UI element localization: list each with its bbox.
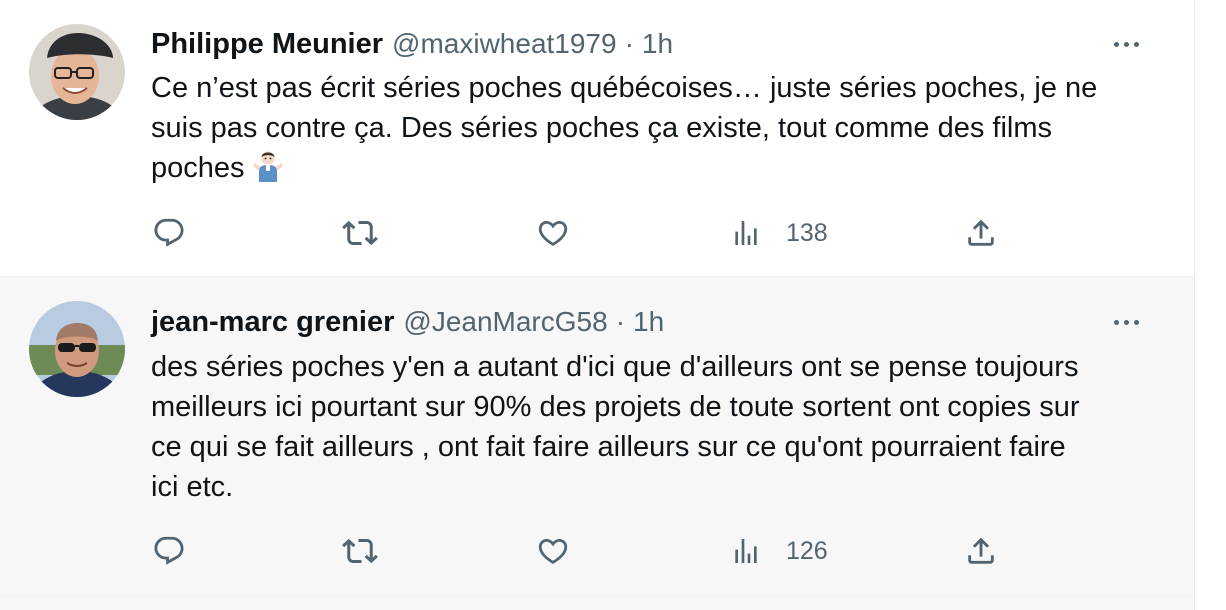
tweet-text: Ce n’est pas écrit séries poches québéco… <box>151 68 1161 194</box>
author-handle[interactable]: @maxiwheat1979 <box>392 28 617 60</box>
views-icon <box>735 221 757 245</box>
separator-dot: · <box>615 306 626 337</box>
tweet-text-line: Ce n’est pas écrit séries poches québéco… <box>151 72 1098 104</box>
tweet[interactable]: Philippe Meunier @maxiwheat1979 · 1h Ce … <box>0 0 1194 277</box>
views-button[interactable]: 126 <box>730 527 828 575</box>
timestamp[interactable]: 1h <box>633 306 664 338</box>
tweet-text-line: des séries poches y'en a autant d'ici qu… <box>151 351 1079 383</box>
tweet-actions: 126 <box>0 527 1194 575</box>
like-icon <box>538 538 568 564</box>
tweet-actions: 138 <box>0 209 1194 257</box>
tweet-text-line: poches <box>151 148 1161 194</box>
author-name[interactable]: jean-marc grenier <box>151 306 394 339</box>
separator-dot: · <box>624 28 634 59</box>
person-shrugging-emoji <box>251 149 285 194</box>
tweet-text: des séries poches y'en a autant d'ici qu… <box>151 347 1161 507</box>
views-count: 138 <box>786 218 828 247</box>
tweet-text-line: ce qui se fait ailleurs , ont fait faire… <box>151 431 1066 463</box>
retweet-icon <box>342 220 378 246</box>
share-icon <box>968 219 994 246</box>
reply-icon <box>154 218 184 247</box>
like-button[interactable] <box>536 209 570 257</box>
author-handle[interactable]: @JeanMarcG58 <box>403 306 607 338</box>
like-button[interactable] <box>536 527 570 575</box>
timeline: Philippe Meunier @maxiwheat1979 · 1h Ce … <box>0 0 1195 610</box>
next-tweet-edge <box>0 596 1194 610</box>
avatar[interactable] <box>29 301 125 397</box>
more-icon[interactable] <box>1106 30 1146 58</box>
tweet-text-line: ici etc. <box>151 471 234 503</box>
like-icon <box>538 220 568 246</box>
share-button[interactable] <box>964 527 998 575</box>
more-icon[interactable] <box>1106 308 1146 336</box>
tweet-header: Philippe Meunier @maxiwheat1979 · 1h <box>151 26 673 62</box>
share-button[interactable] <box>964 209 998 257</box>
tweet[interactable]: jean-marc grenier @JeanMarcG58 · 1h des … <box>0 277 1194 596</box>
tweet-header: jean-marc grenier @JeanMarcG58 · 1h <box>151 304 664 340</box>
share-icon <box>968 537 994 564</box>
views-icon <box>735 539 757 563</box>
tweet-text-fragment: poches <box>151 152 245 184</box>
reply-icon <box>154 536 184 565</box>
author-name[interactable]: Philippe Meunier <box>151 28 383 61</box>
reply-button[interactable] <box>152 209 186 257</box>
timestamp[interactable]: 1h <box>642 28 673 60</box>
tweet-text-line: suis pas contre ça. Des séries poches ça… <box>151 112 1052 144</box>
tweet-text-line: meilleurs ici pourtant sur 90% des proje… <box>151 391 1080 423</box>
retweet-button[interactable] <box>342 209 378 257</box>
views-count: 126 <box>786 536 828 565</box>
avatar[interactable] <box>29 24 125 120</box>
reply-button[interactable] <box>152 527 186 575</box>
retweet-icon <box>342 538 378 564</box>
retweet-button[interactable] <box>342 527 378 575</box>
views-button[interactable]: 138 <box>730 209 828 257</box>
